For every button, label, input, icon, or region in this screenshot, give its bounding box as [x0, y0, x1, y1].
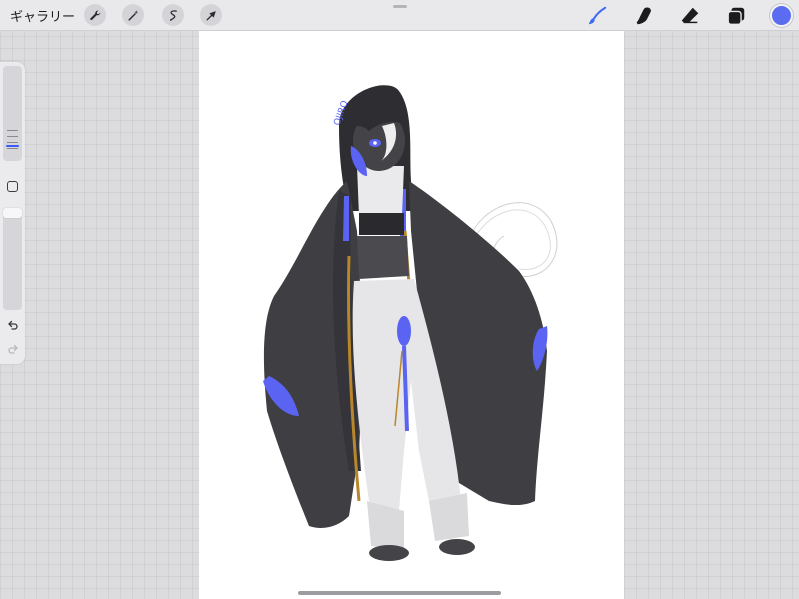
- smudge-icon: [636, 7, 651, 25]
- top-toolbar: ギャラリー: [0, 0, 799, 31]
- undo-icon: [8, 320, 18, 330]
- brush-tool-button[interactable]: [585, 4, 609, 28]
- character-artwork: OJIRO: [263, 85, 558, 561]
- slider-grip-line: [7, 130, 18, 131]
- drawing-canvas[interactable]: OJIRO: [199, 31, 624, 599]
- redo-button[interactable]: [5, 342, 21, 356]
- layers-icon: [727, 7, 745, 25]
- modify-button[interactable]: [7, 181, 18, 192]
- undo-button[interactable]: [5, 318, 21, 332]
- brush-icon: [588, 6, 607, 25]
- redo-icon: [8, 344, 18, 354]
- brush-size-slider[interactable]: [3, 66, 22, 161]
- adjustments-button[interactable]: [122, 4, 144, 26]
- actions-button[interactable]: [84, 4, 106, 26]
- layers-button[interactable]: [724, 4, 748, 28]
- slider-grip-line: [7, 142, 18, 143]
- color-picker-button[interactable]: [770, 4, 793, 27]
- smudge-tool-button[interactable]: [632, 4, 656, 28]
- transform-button[interactable]: [200, 4, 222, 26]
- toolbar-grabber[interactable]: [393, 5, 407, 8]
- wrench-icon: [89, 10, 100, 20]
- opacity-slider[interactable]: [3, 208, 22, 310]
- selection-button[interactable]: [162, 4, 184, 26]
- eraser-icon: [681, 7, 699, 24]
- gallery-button[interactable]: ギャラリー: [10, 6, 75, 25]
- eraser-tool-button[interactable]: [678, 4, 702, 28]
- slider-grip-line: [7, 136, 18, 137]
- selection-icon: [169, 9, 177, 21]
- opacity-knob[interactable]: [3, 208, 22, 218]
- home-indicator[interactable]: [298, 591, 501, 595]
- slider-grip-line: [7, 148, 18, 149]
- magic-wand-icon: [127, 9, 138, 21]
- transform-arrow-icon: [206, 10, 216, 20]
- left-sidebar: [0, 62, 25, 364]
